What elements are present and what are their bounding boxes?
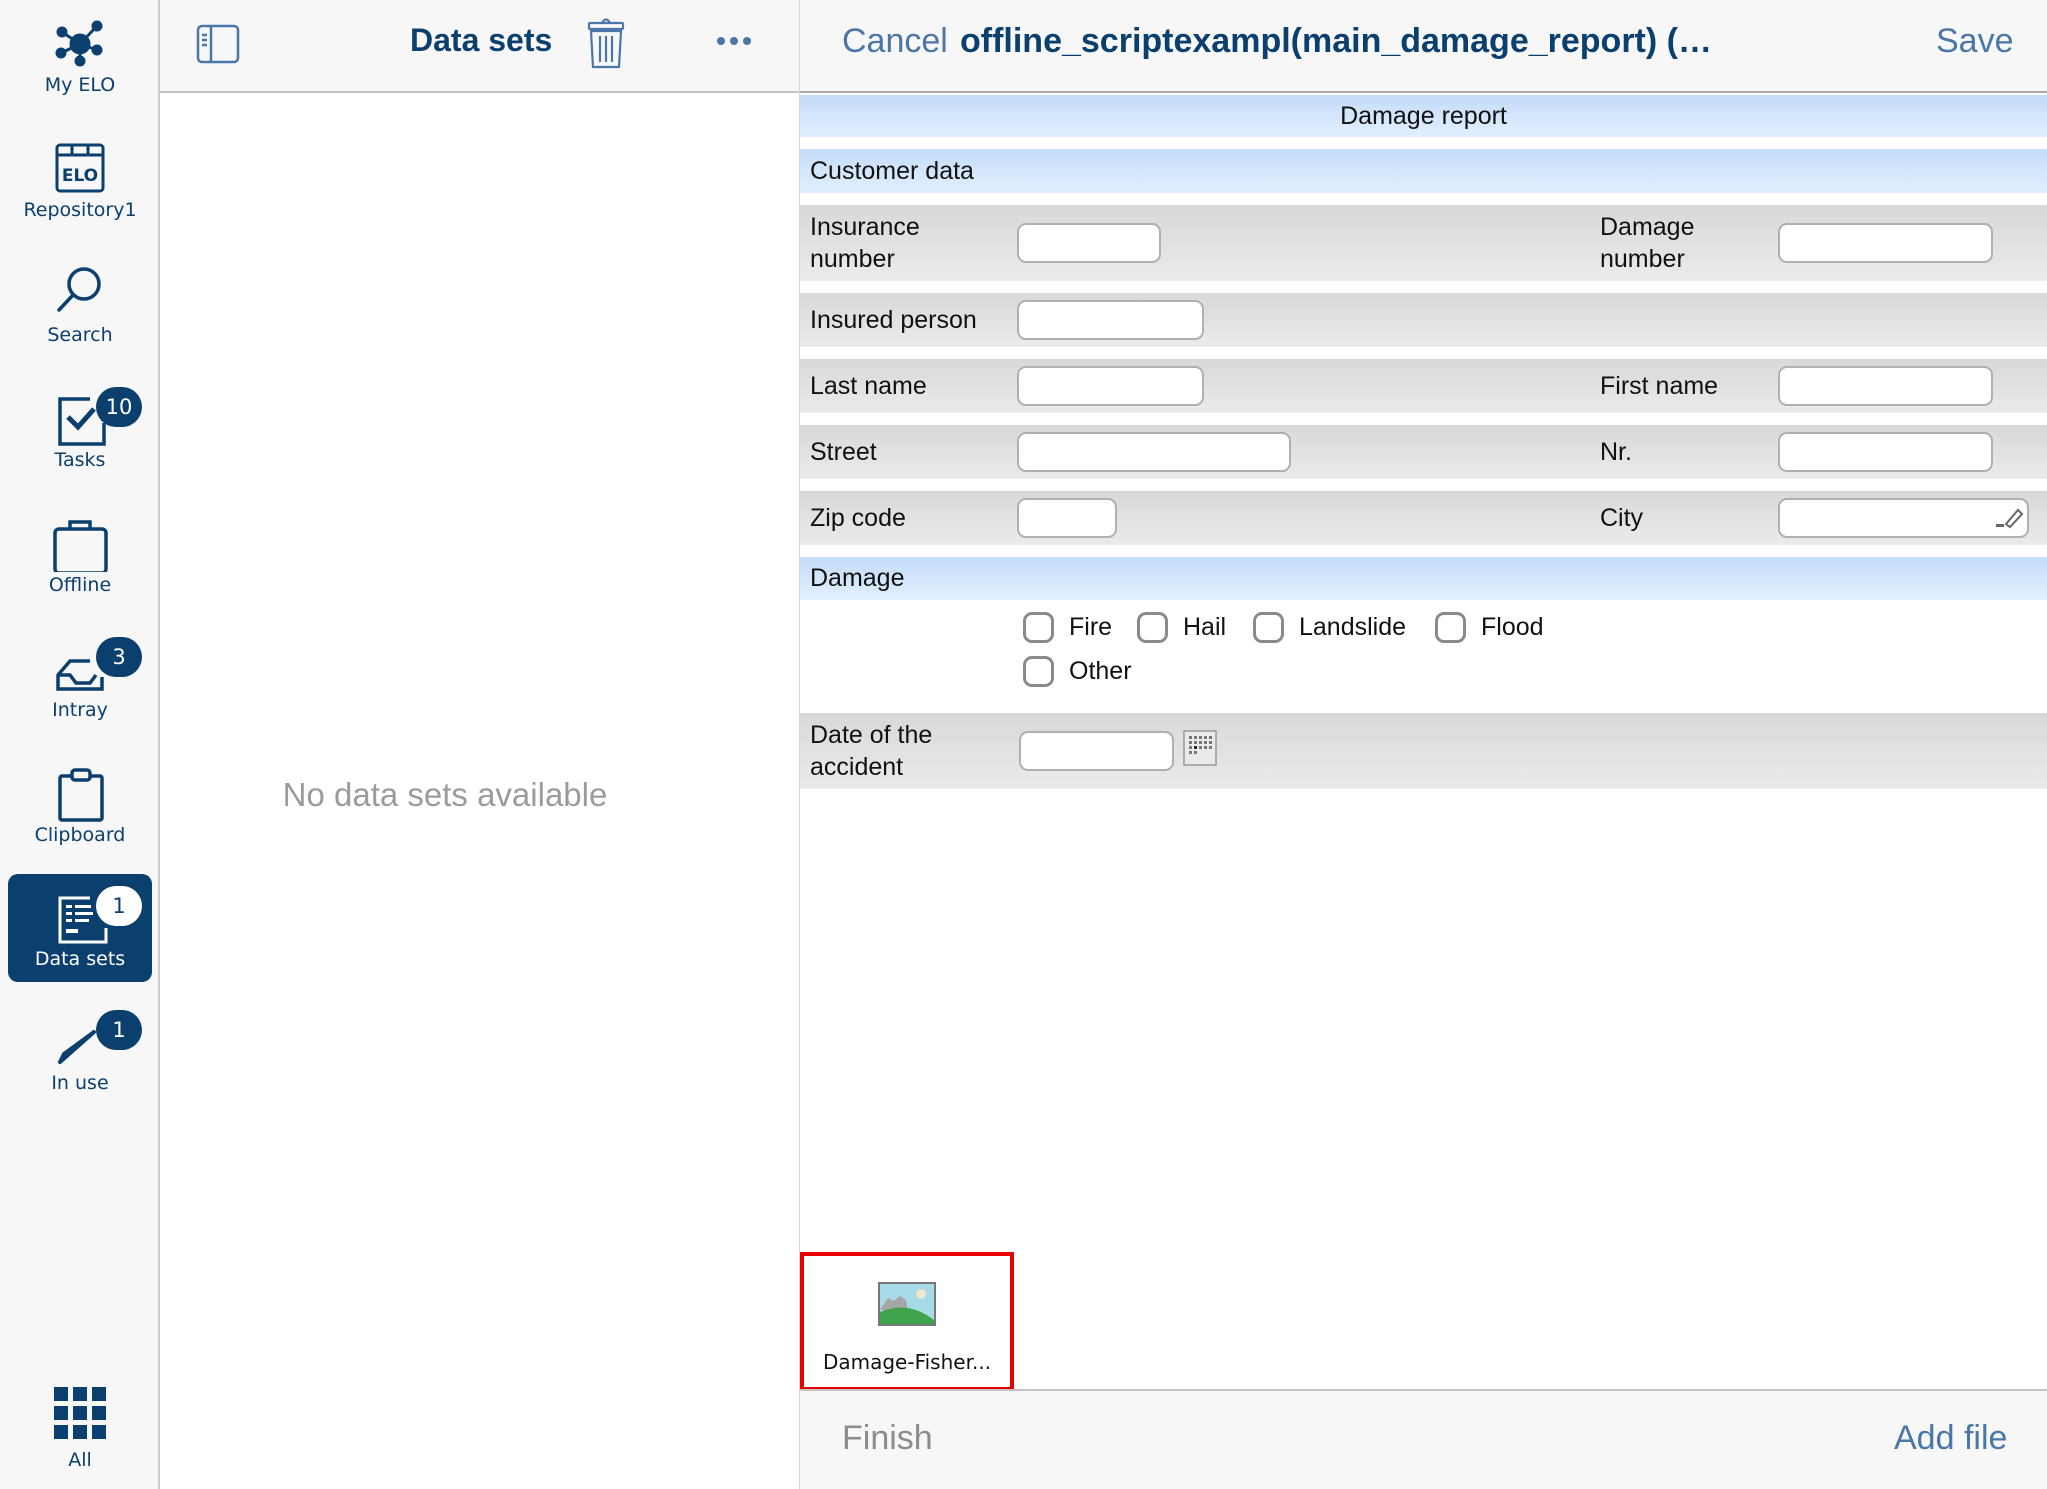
- sidebar-item-in-use[interactable]: 1 In use: [8, 998, 152, 1106]
- sidebar-item-tasks[interactable]: 10 Tasks: [8, 375, 152, 483]
- attachment-filename: Damage-Fisher...: [822, 1350, 992, 1374]
- first-name-input[interactable]: [1778, 366, 1993, 406]
- main-navigation-sidebar: My ELO ELO Repository1 Search 10 Tasks O…: [0, 0, 160, 1489]
- sidebar-item-data-sets[interactable]: 1 Data sets: [8, 874, 152, 982]
- date-of-accident-label: Date of the accident: [810, 721, 933, 781]
- insurance-number-input[interactable]: [1017, 223, 1161, 263]
- sidebar-item-label: Intray: [52, 699, 108, 721]
- insured-person-input[interactable]: [1017, 300, 1204, 340]
- nr-label: Nr.: [1600, 438, 1632, 466]
- insured-person-label: Insured person: [810, 306, 977, 334]
- checkbox-label: Flood: [1481, 613, 1544, 641]
- save-button[interactable]: Save: [1936, 22, 2014, 61]
- sidebar-item-label: My ELO: [44, 74, 116, 96]
- tasks-count-badge: 10: [96, 387, 142, 427]
- insurance-number-label: Insurance number: [810, 213, 920, 273]
- sidebar-item-label: All: [68, 1449, 92, 1471]
- section-title: Customer data: [810, 157, 974, 185]
- document-title: offline_scriptexampl(main_damage_report)…: [960, 22, 1720, 60]
- intray-count-badge: 3: [96, 637, 142, 677]
- form-row-insured-person: Insured person: [800, 293, 2047, 347]
- attachment-tile[interactable]: Damage-Fisher...: [800, 1252, 1014, 1391]
- last-name-input[interactable]: [1017, 366, 1204, 406]
- street-input[interactable]: [1017, 432, 1291, 472]
- damage-type-checkbox[interactable]: Fire: [1023, 612, 1112, 643]
- network-hub-icon: [55, 20, 103, 67]
- checkbox-box[interactable]: [1435, 612, 1466, 643]
- form-editor-header: Cancel offline_scriptexampl(main_damage_…: [800, 0, 2047, 93]
- form-row-zip-city: Zip code City: [800, 491, 2047, 545]
- damage-type-checkbox[interactable]: Hail: [1137, 612, 1226, 643]
- damage-number-label: Damage number: [1600, 213, 1695, 273]
- sidebar-item-offline[interactable]: Offline: [8, 500, 152, 608]
- damage-type-checkbox[interactable]: Landslide: [1253, 612, 1406, 643]
- zip-code-label: Zip code: [810, 504, 906, 532]
- checkbox-box[interactable]: [1137, 612, 1168, 643]
- data-sets-panel: Data sets No data sets available: [160, 0, 800, 1489]
- trash-icon[interactable]: [586, 14, 626, 70]
- damage-type-checkbox[interactable]: Other: [1023, 656, 1132, 687]
- add-file-button[interactable]: Add file: [1894, 1419, 2007, 1458]
- checkbox-label: Fire: [1069, 613, 1113, 641]
- sidebar-item-intray[interactable]: 3 Intray: [8, 625, 152, 733]
- elo-repository-icon: ELO: [55, 143, 105, 193]
- clipboard-icon: [58, 768, 104, 822]
- form-row-date: Date of the accident: [800, 713, 2047, 789]
- sidebar-item-clipboard[interactable]: Clipboard: [8, 750, 152, 858]
- checkbox-label: Other: [1069, 657, 1132, 685]
- sidebar-item-label: Search: [47, 324, 113, 346]
- last-name-label: Last name: [810, 372, 927, 400]
- data-sets-count-badge: 1: [96, 886, 142, 926]
- sidebar-item-label: Repository1: [23, 199, 137, 221]
- sidebar-item-repository[interactable]: ELO Repository1: [8, 125, 152, 233]
- sidebar-item-label: Data sets: [34, 948, 126, 970]
- section-header-damage: Damage: [800, 557, 2047, 600]
- date-of-accident-input[interactable]: [1019, 731, 1174, 771]
- checkbox-box[interactable]: [1023, 656, 1054, 687]
- city-input[interactable]: [1778, 498, 2029, 538]
- sidebar-item-search[interactable]: Search: [8, 250, 152, 358]
- form-footer-toolbar: Finish Add file: [800, 1389, 2047, 1489]
- sidebar-item-label: In use: [51, 1072, 109, 1094]
- more-icon[interactable]: [715, 34, 755, 48]
- damage-type-options: Fire Hail Landslide Flood Other: [800, 600, 2047, 713]
- image-file-icon: [878, 1282, 936, 1326]
- damage-type-checkbox[interactable]: Flood: [1435, 612, 1544, 643]
- nr-input[interactable]: [1778, 432, 1993, 472]
- sidebar-item-label: Offline: [48, 574, 112, 596]
- form-row-name: Last name First name: [800, 359, 2047, 413]
- form-title: Damage report: [1340, 102, 1507, 130]
- pencil-edit-icon[interactable]: [1994, 506, 2024, 530]
- section-header-customer: Customer data: [800, 149, 2047, 193]
- sidebar-item-my-elo[interactable]: My ELO: [8, 0, 152, 108]
- sidebar-toggle-icon[interactable]: [196, 24, 240, 64]
- data-sets-header: Data sets: [160, 0, 799, 93]
- form-row-street: Street Nr.: [800, 425, 2047, 479]
- grid-icon: [54, 1387, 106, 1439]
- briefcase-icon: [53, 520, 108, 572]
- checkbox-label: Landslide: [1299, 613, 1407, 641]
- checkbox-box[interactable]: [1253, 612, 1284, 643]
- in-use-count-badge: 1: [96, 1010, 142, 1050]
- checkbox-label: Hail: [1183, 613, 1227, 641]
- form-title-bar: Damage report: [800, 95, 2047, 137]
- sidebar-item-label: Clipboard: [34, 824, 126, 846]
- form-row-insurance: Insurance number Damage number: [800, 205, 2047, 281]
- street-label: Street: [810, 438, 877, 466]
- calendar-picker-icon[interactable]: [1183, 730, 1217, 766]
- sidebar-item-label: Tasks: [54, 449, 106, 471]
- search-icon: [57, 267, 101, 312]
- damage-number-input[interactable]: [1778, 223, 1993, 263]
- finish-button[interactable]: Finish: [842, 1419, 933, 1458]
- svg-text:ELO: ELO: [62, 166, 98, 186]
- empty-state-message: No data sets available: [282, 776, 608, 813]
- section-title: Damage: [810, 564, 905, 592]
- city-label: City: [1600, 504, 1644, 532]
- cancel-button[interactable]: Cancel: [842, 22, 948, 61]
- first-name-label: First name: [1600, 372, 1719, 400]
- sidebar-item-all[interactable]: All: [8, 1375, 152, 1483]
- checkbox-box[interactable]: [1023, 612, 1054, 643]
- zip-code-input[interactable]: [1017, 498, 1117, 538]
- panel-title: Data sets: [410, 22, 553, 58]
